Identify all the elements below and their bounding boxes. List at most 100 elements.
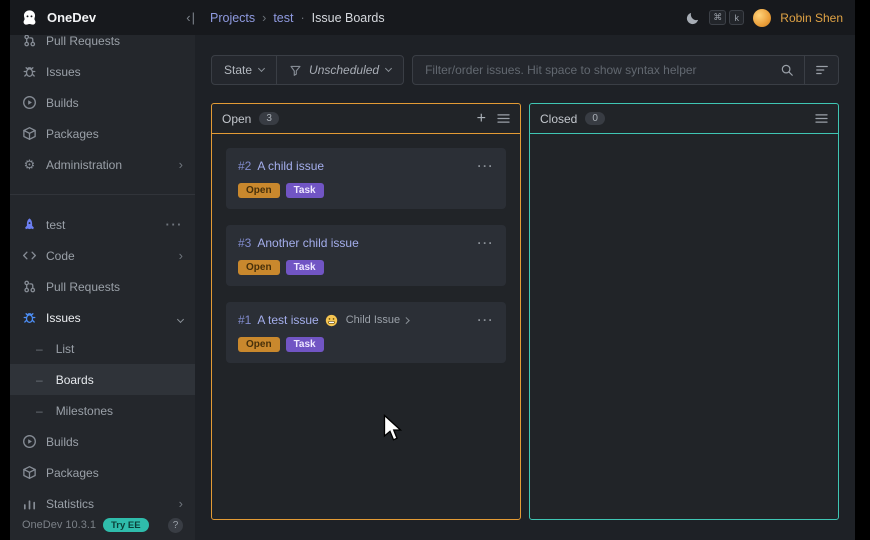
try-ee-badge[interactable]: Try EE bbox=[103, 518, 149, 532]
breadcrumb-current-page: Issue Boards bbox=[312, 11, 385, 25]
chart-bars-icon bbox=[22, 496, 37, 511]
issue-title-link[interactable]: Another child issue bbox=[257, 236, 358, 250]
breadcrumb-projects-link[interactable]: Projects bbox=[210, 11, 255, 25]
sidebar-item-code[interactable]: Code › bbox=[10, 240, 195, 271]
sidebar-divider bbox=[10, 194, 195, 195]
sidebar-item-packages-admin[interactable]: Packages bbox=[10, 118, 195, 149]
state-badge: Open bbox=[238, 337, 280, 352]
k-key: k bbox=[729, 10, 744, 25]
rocket-icon bbox=[22, 217, 37, 232]
pull-request-icon bbox=[22, 35, 37, 48]
version-label: OneDev 10.3.1 bbox=[22, 519, 96, 531]
main-content: State Unscheduled bbox=[195, 35, 855, 540]
sidebar-item-label: Boards bbox=[56, 373, 94, 387]
chevron-down-icon bbox=[385, 65, 392, 72]
moon-icon[interactable] bbox=[686, 11, 700, 25]
chevron-down-icon bbox=[258, 65, 265, 72]
sidebar-item-label: Pull Requests bbox=[46, 280, 120, 294]
app-window: OneDev ‹| Projects › test · Issue Boards… bbox=[10, 0, 855, 540]
command-key: ⌘ bbox=[709, 10, 726, 25]
column-actions bbox=[815, 113, 828, 124]
order-button[interactable] bbox=[804, 56, 838, 84]
order-icon bbox=[815, 63, 829, 77]
issue-card[interactable]: #2 A child issue ··· Open Task bbox=[226, 148, 506, 209]
topbar: OneDev ‹| Projects › test · Issue Boards… bbox=[10, 0, 855, 35]
breadcrumb-project-link[interactable]: test bbox=[273, 11, 293, 25]
filter-input[interactable] bbox=[413, 56, 770, 84]
help-button[interactable]: ? bbox=[168, 518, 183, 533]
sidebar-item-pull-requests[interactable]: Pull Requests bbox=[10, 35, 195, 56]
type-badge: Task bbox=[286, 183, 324, 198]
sidebar-item-label: Pull Requests bbox=[46, 35, 120, 48]
card-menu-button[interactable]: ··· bbox=[478, 236, 495, 250]
chevron-right-icon bbox=[403, 317, 409, 323]
sidebar-item-administration[interactable]: ⚙ Administration › bbox=[10, 149, 195, 180]
package-icon bbox=[22, 465, 37, 480]
brand-name: OneDev bbox=[47, 10, 96, 25]
search-icon bbox=[780, 63, 794, 77]
ellipsis-icon[interactable]: ··· bbox=[166, 217, 184, 232]
issue-title-link[interactable]: A child issue bbox=[257, 159, 324, 173]
avatar[interactable] bbox=[753, 9, 771, 27]
bug-icon bbox=[22, 64, 37, 79]
chevron-right-icon: › bbox=[179, 157, 183, 172]
chevron-right-icon: › bbox=[179, 248, 183, 263]
sidebar-item-label: Builds bbox=[46, 435, 79, 449]
sidebar-item-project-test[interactable]: test ··· bbox=[10, 209, 195, 240]
child-issue-link-label: Child Issue bbox=[346, 314, 400, 326]
column-header-closed: Closed 0 bbox=[530, 104, 838, 134]
issue-card[interactable]: #1 A test issue Child Issue ··· Op bbox=[226, 302, 506, 363]
board-column-closed: Closed 0 bbox=[529, 103, 839, 520]
sidebar-item-issues-project[interactable]: Issues bbox=[10, 302, 195, 333]
sidebar-item-issues-milestones[interactable]: – Milestones bbox=[10, 395, 195, 426]
sidebar-item-label: Issues bbox=[46, 65, 81, 79]
sidebar-item-label: Packages bbox=[46, 466, 99, 480]
sidebar-item-packages-project[interactable]: Packages bbox=[10, 457, 195, 488]
issue-card[interactable]: #3 Another child issue ··· Open Task bbox=[226, 225, 506, 286]
sidebar-item-pull-requests-project[interactable]: Pull Requests bbox=[10, 271, 195, 302]
card-list-open: #2 A child issue ··· Open Task #3 bbox=[212, 134, 520, 377]
column-count-badge: 3 bbox=[259, 112, 279, 125]
state-filter-button[interactable]: State bbox=[212, 56, 276, 84]
card-menu-button[interactable]: ··· bbox=[478, 313, 495, 327]
package-icon bbox=[22, 126, 37, 141]
collapse-sidebar-icon[interactable]: ‹| bbox=[186, 10, 196, 25]
sidebar-item-issues-admin[interactable]: Issues bbox=[10, 56, 195, 87]
breadcrumb-separator-icon: › bbox=[262, 11, 266, 25]
sidebar-item-builds-admin[interactable]: Builds bbox=[10, 87, 195, 118]
onedev-logo-icon[interactable] bbox=[20, 8, 39, 27]
issue-number: #3 bbox=[238, 236, 251, 250]
board-column-open: Open 3 + #2 A child issue ··· bbox=[211, 103, 521, 520]
state-filter-label: State bbox=[224, 63, 252, 77]
sidebar-item-builds-project[interactable]: Builds bbox=[10, 426, 195, 457]
sidebar-item-label: Statistics bbox=[46, 497, 94, 511]
play-circle-icon bbox=[22, 434, 37, 449]
search-button[interactable] bbox=[770, 56, 804, 84]
state-badge: Open bbox=[238, 183, 280, 198]
issue-title-link[interactable]: A test issue bbox=[257, 313, 318, 327]
issue-number: #1 bbox=[238, 313, 251, 327]
user-name[interactable]: Robin Shen bbox=[780, 11, 843, 25]
emoji-grimacing-icon bbox=[325, 314, 338, 327]
sidebar-item-issues-list[interactable]: – List bbox=[10, 333, 195, 364]
issue-number: #2 bbox=[238, 159, 251, 173]
milestone-filter-label: Unscheduled bbox=[309, 63, 379, 77]
project-name-label: test bbox=[46, 218, 65, 232]
sidebar-item-label: Code bbox=[46, 249, 75, 263]
add-issue-button[interactable]: + bbox=[477, 111, 486, 127]
child-issue-link[interactable]: Child Issue bbox=[346, 314, 409, 326]
column-count-badge: 0 bbox=[585, 112, 605, 125]
column-header-open: Open 3 + bbox=[212, 104, 520, 134]
sidebar-item-issues-boards[interactable]: – Boards bbox=[10, 364, 195, 395]
type-badge: Task bbox=[286, 337, 324, 352]
issue-board: Open 3 + #2 A child issue ··· bbox=[211, 103, 839, 520]
keyboard-shortcut-hint[interactable]: ⌘ k bbox=[709, 10, 744, 25]
card-menu-button[interactable]: ··· bbox=[478, 159, 495, 173]
bug-icon bbox=[22, 310, 37, 325]
milestone-filter-button[interactable]: Unscheduled bbox=[276, 56, 403, 84]
filter-buttons-group: State Unscheduled bbox=[211, 55, 404, 85]
breadcrumb-dot-icon: · bbox=[300, 11, 304, 25]
column-menu-icon[interactable] bbox=[815, 113, 828, 124]
column-menu-icon[interactable] bbox=[497, 113, 510, 124]
pull-request-icon bbox=[22, 279, 37, 294]
